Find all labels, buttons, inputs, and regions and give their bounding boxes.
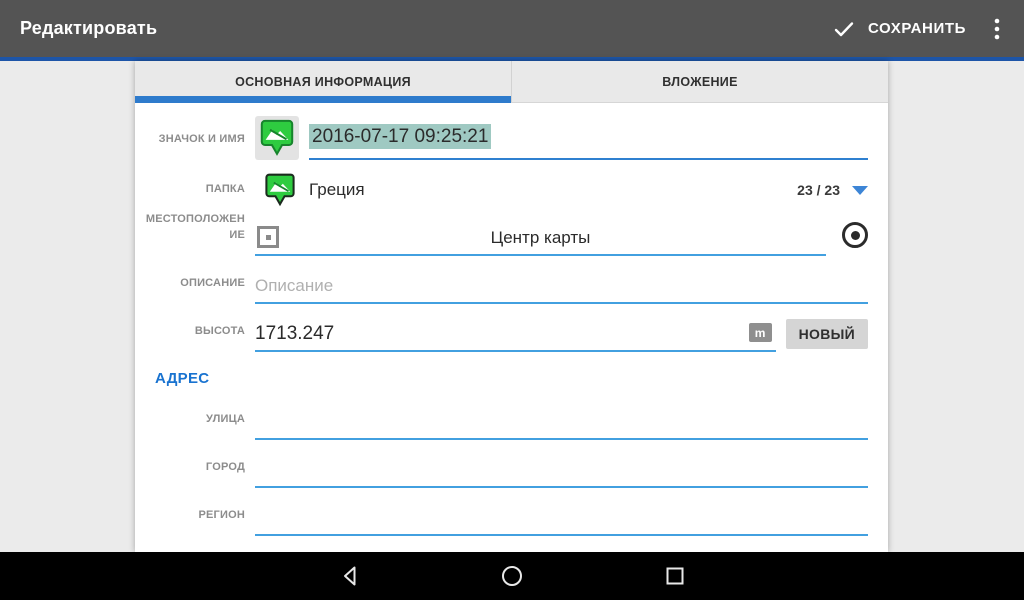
city-value [255, 454, 868, 486]
home-button[interactable] [488, 552, 536, 600]
street-label: УЛИЦА [145, 412, 245, 428]
app-bar: Редактировать СОХРАНИТЬ [0, 0, 1024, 57]
folder-value: Греция [309, 180, 797, 200]
chevron-down-icon [852, 186, 868, 195]
back-button[interactable] [326, 552, 374, 600]
city-row: ГОРОД [135, 446, 868, 494]
folder-row[interactable]: ПАПКА Греция 23 / 23 [135, 166, 868, 214]
home-icon [500, 564, 524, 588]
tab-attachment[interactable]: ВЛОЖЕНИЕ [511, 61, 888, 102]
name-value: 2016-07-17 09:25:21 [309, 126, 491, 148]
region-input[interactable] [255, 502, 868, 536]
folder-count: 23 / 23 [797, 182, 840, 198]
overflow-icon [994, 17, 1000, 41]
region-value [255, 502, 868, 534]
new-altitude-button[interactable]: НОВЫЙ [786, 319, 868, 349]
save-button-label: СОХРАНИТЬ [868, 20, 966, 37]
page-title: Редактировать [20, 18, 157, 39]
map-marker-icon [260, 119, 294, 157]
edit-form: ЗНАЧОК И ИМЯ 2016-07-17 09:25:21 ПАПКА [135, 103, 888, 552]
description-row: ОПИСАНИЕ Описание [135, 262, 868, 310]
street-row: УЛИЦА [135, 398, 868, 446]
altitude-unit-badge: m [749, 323, 772, 342]
map-center-icon[interactable] [257, 226, 279, 248]
android-nav-bar [0, 552, 1024, 600]
street-input[interactable] [255, 406, 868, 440]
gps-target-button[interactable] [842, 222, 868, 248]
check-icon [832, 17, 856, 41]
altitude-label: ВЫСОТА [145, 324, 245, 340]
tab-basic-info[interactable]: ОСНОВНАЯ ИНФОРМАЦИЯ [135, 61, 511, 102]
icon-name-label: ЗНАЧОК И ИМЯ [145, 132, 245, 148]
waypoint-icon-button[interactable] [255, 116, 299, 160]
description-label: ОПИСАНИЕ [145, 276, 245, 292]
altitude-input[interactable]: 1713.247 m [255, 318, 776, 352]
location-label: МЕСТОПОЛОЖЕНИЕ [145, 212, 245, 244]
address-section-title: АДРЕС [135, 358, 868, 398]
folder-marker-icon [265, 173, 295, 207]
name-input[interactable]: 2016-07-17 09:25:21 [309, 116, 868, 160]
city-label: ГОРОД [145, 460, 245, 476]
recents-button[interactable] [651, 552, 699, 600]
tab-bar: ОСНОВНАЯ ИНФОРМАЦИЯ ВЛОЖЕНИЕ [135, 61, 888, 103]
tab-attachment-label: ВЛОЖЕНИЕ [662, 75, 737, 89]
folder-label: ПАПКА [145, 182, 245, 198]
edit-panel: ОСНОВНАЯ ИНФОРМАЦИЯ ВЛОЖЕНИЕ ЗНАЧОК И ИМ… [135, 61, 888, 552]
description-input[interactable]: Описание [255, 270, 868, 304]
altitude-value: 1713.247 [255, 323, 334, 345]
location-value: Центр карты [255, 228, 826, 248]
save-button[interactable]: СОХРАНИТЬ [826, 9, 972, 49]
street-value [255, 406, 868, 438]
icon-name-row: ЗНАЧОК И ИМЯ 2016-07-17 09:25:21 [135, 103, 868, 166]
overflow-menu-button[interactable] [986, 11, 1008, 47]
city-input[interactable] [255, 454, 868, 488]
app-bar-actions: СОХРАНИТЬ [826, 9, 1008, 49]
name-selected-text: 2016-07-17 09:25:21 [309, 124, 491, 149]
location-input[interactable]: Центр карты [255, 222, 826, 256]
tab-basic-info-label: ОСНОВНАЯ ИНФОРМАЦИЯ [235, 75, 411, 89]
description-placeholder: Описание [255, 276, 333, 296]
recents-icon [663, 564, 687, 588]
region-label: РЕГИОН [145, 508, 245, 524]
region-row: РЕГИОН [135, 494, 868, 542]
back-icon [338, 564, 362, 588]
altitude-row: ВЫСОТА 1713.247 m НОВЫЙ [135, 310, 868, 358]
location-row: МЕСТОПОЛОЖЕНИЕ Центр карты [135, 214, 868, 262]
